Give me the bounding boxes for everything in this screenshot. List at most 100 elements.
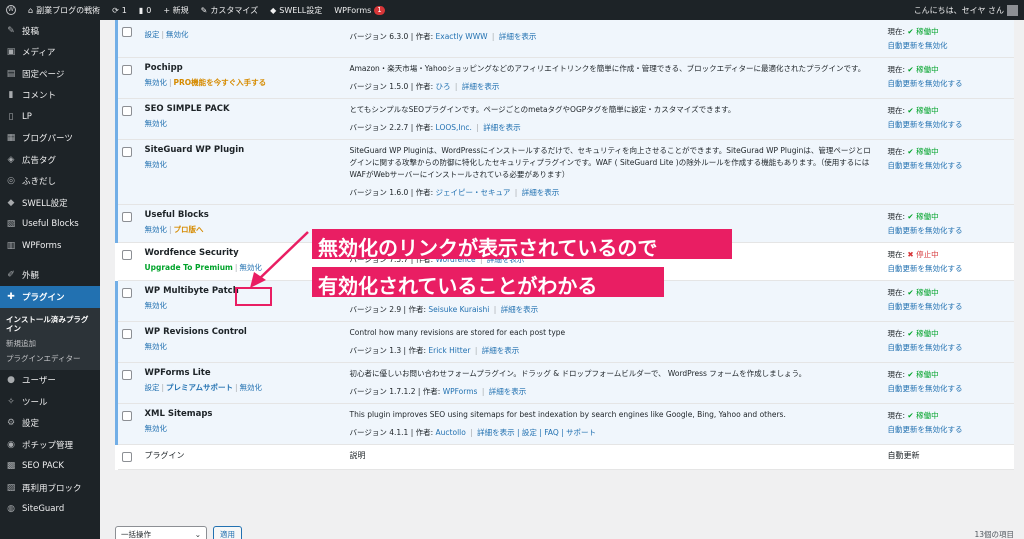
- row-checkbox[interactable]: [122, 106, 132, 116]
- row-checkbox[interactable]: [122, 212, 132, 222]
- plugin-action-link[interactable]: プロ版へ: [174, 225, 204, 234]
- details-link[interactable]: 詳細を表示: [499, 32, 537, 41]
- select-all-checkbox[interactable]: [122, 452, 132, 462]
- plugin-action-link[interactable]: 無効化: [145, 342, 168, 351]
- row-checkbox-cell[interactable]: [115, 403, 139, 445]
- row-checkbox-cell[interactable]: [115, 321, 139, 363]
- plugin-action-link[interactable]: 無効化: [240, 383, 263, 392]
- plugin-action-link[interactable]: 無効化: [145, 160, 168, 169]
- plugin-action-link[interactable]: Upgrade To Premium: [145, 263, 233, 272]
- details-link[interactable]: 詳細を表示: [483, 123, 521, 132]
- author-link[interactable]: WPForms: [443, 387, 478, 396]
- row-checkbox[interactable]: [122, 147, 132, 157]
- auto-update-toggle-link[interactable]: 自動更新を無効化する: [888, 300, 1009, 314]
- row-checkbox-cell[interactable]: [115, 139, 139, 205]
- plugin-action-link[interactable]: 無効化: [145, 225, 168, 234]
- bulk-action-select[interactable]: 一括操作 ⌄: [115, 526, 207, 539]
- row-checkbox-cell[interactable]: [115, 204, 139, 243]
- plugin-action-link[interactable]: PRO機能を今すぐ入手する: [174, 78, 267, 87]
- plugin-action-link[interactable]: 設定: [145, 30, 160, 39]
- sidebar-item-6[interactable]: ◈ 広告タグ: [0, 149, 100, 171]
- sidebar-item-12[interactable]: ✚ プラグイン: [0, 286, 100, 308]
- row-checkbox[interactable]: [122, 411, 132, 421]
- sidebar-item-16[interactable]: ◉ ポチップ管理: [0, 434, 100, 456]
- wp-logo-menu[interactable]: W: [0, 0, 22, 20]
- plugin-action-link[interactable]: 無効化: [145, 119, 168, 128]
- select-all-cell[interactable]: [116, 444, 139, 470]
- submenu-item-1[interactable]: 新規追加: [0, 336, 100, 351]
- auto-update-toggle-link[interactable]: 自動更新を無効化する: [888, 262, 1009, 276]
- row-checkbox[interactable]: [122, 27, 132, 37]
- author-link[interactable]: Erick Hitter: [428, 346, 470, 355]
- details-link[interactable]: 詳細を表示: [462, 82, 500, 91]
- sidebar-item-4[interactable]: ▯ LP: [0, 106, 100, 128]
- sidebar-item-14[interactable]: ✧ ツール: [0, 391, 100, 413]
- auto-update-toggle-link[interactable]: 自動更新を無効化する: [888, 118, 1009, 132]
- sidebar-item-17[interactable]: ▩ SEO PACK: [0, 456, 100, 478]
- author-link[interactable]: Seisuke Kuraishi: [428, 305, 489, 314]
- apply-button[interactable]: 適用: [213, 526, 242, 539]
- row-checkbox-cell[interactable]: [115, 98, 139, 140]
- row-checkbox-cell[interactable]: [115, 57, 139, 99]
- row-checkbox[interactable]: [122, 250, 132, 260]
- author-link[interactable]: LOOS,Inc.: [436, 123, 472, 132]
- site-name-link[interactable]: ⌂ 副業ブログの戦術: [22, 0, 106, 20]
- row-checkbox-cell[interactable]: [115, 20, 139, 58]
- swell-settings-link[interactable]: ◆ SWELL設定: [264, 0, 328, 20]
- sidebar-item-11[interactable]: ✐ 外観: [0, 265, 100, 287]
- auto-update-toggle-link[interactable]: 自動更新を無効化する: [888, 382, 1009, 396]
- auto-update-toggle-link[interactable]: 自動更新を無効化する: [888, 77, 1009, 91]
- sidebar-item-10[interactable]: ▥ WPForms: [0, 235, 100, 257]
- row-checkbox[interactable]: [122, 288, 132, 298]
- my-account-link[interactable]: こんにちは、セイヤ さん: [908, 0, 1024, 20]
- submenu-item-2[interactable]: プラグインエディター: [0, 351, 100, 366]
- plugin-action-link[interactable]: 無効化: [145, 424, 168, 433]
- row-checkbox-cell[interactable]: [116, 242, 139, 281]
- author-link[interactable]: ジェイピー・セキュア: [436, 188, 511, 197]
- sidebar-item-0[interactable]: ✎ 投稿: [0, 20, 100, 42]
- auto-update-toggle-link[interactable]: 自動更新を無効化する: [888, 423, 1009, 437]
- sidebar-item-1[interactable]: ▣ メディア: [0, 42, 100, 64]
- comments-link[interactable]: ▮ 0: [133, 0, 158, 20]
- wpforms-link[interactable]: WPForms 1: [328, 0, 391, 20]
- new-content-link[interactable]: + 新規: [157, 0, 194, 20]
- customize-link[interactable]: ✎ カスタマイズ: [195, 0, 264, 20]
- details-link[interactable]: 詳細を表示: [482, 346, 520, 355]
- sidebar-item-15[interactable]: ⚙ 設定: [0, 413, 100, 435]
- auto-update-toggle-link[interactable]: 自動更新を無効化する: [888, 341, 1009, 355]
- author-link[interactable]: Exactly WWW: [436, 32, 488, 41]
- row-checkbox[interactable]: [122, 329, 132, 339]
- row-checkbox-cell[interactable]: [115, 362, 139, 404]
- auto-update-toggle-link[interactable]: 自動更新を無効化する: [888, 159, 1009, 173]
- plugin-action-link[interactable]: プレミアムサポート: [166, 383, 233, 392]
- sidebar-item-18[interactable]: ▨ 再利用ブロック: [0, 477, 100, 499]
- author-link[interactable]: Auctollo: [436, 428, 466, 437]
- sidebar-item-5[interactable]: ▦ ブログパーツ: [0, 128, 100, 150]
- sidebar-item-9[interactable]: ▧ Useful Blocks: [0, 214, 100, 236]
- plugin-action-link[interactable]: 無効化: [145, 78, 168, 87]
- plugin-action-link[interactable]: 無効化: [166, 30, 189, 39]
- sidebar-item-3[interactable]: ▮ コメント: [0, 85, 100, 107]
- sidebar-item-8[interactable]: ◆ SWELL設定: [0, 192, 100, 214]
- auto-update-toggle-link[interactable]: 自動更新を無効化: [888, 39, 1009, 53]
- sidebar-item-13[interactable]: ● ユーザー: [0, 370, 100, 392]
- sidebar-item-2[interactable]: ▤ 固定ページ: [0, 63, 100, 85]
- sidebar-item-7[interactable]: ◎ ふきだし: [0, 171, 100, 193]
- row-checkbox-cell[interactable]: [115, 280, 139, 322]
- row-checkbox[interactable]: [122, 370, 132, 380]
- details-link[interactable]: 詳細を表示: [522, 188, 560, 197]
- details-link[interactable]: 詳細を表示 | 設定 | FAQ | サポート: [477, 428, 596, 437]
- submenu-item-0[interactable]: インストール済みプラグイン: [0, 312, 100, 336]
- plugin-action-link[interactable]: 無効化: [145, 301, 168, 310]
- swell-icon: ◆: [270, 5, 277, 15]
- updates-link[interactable]: ⟳ 1: [106, 0, 133, 20]
- plugin-meta: バージョン 1.5.0 | 作者: ひろ | 詳細を表示: [350, 81, 876, 93]
- auto-update-toggle-link[interactable]: 自動更新を無効化する: [888, 224, 1009, 238]
- swell-label: SWELL設定: [279, 5, 323, 15]
- details-link[interactable]: 詳細を表示: [489, 387, 527, 396]
- row-checkbox[interactable]: [122, 65, 132, 75]
- sidebar-item-19[interactable]: ◍ SiteGuard: [0, 499, 100, 521]
- plugin-action-link[interactable]: 設定: [145, 383, 160, 392]
- details-link[interactable]: 詳細を表示: [501, 305, 539, 314]
- author-link[interactable]: ひろ: [436, 82, 451, 91]
